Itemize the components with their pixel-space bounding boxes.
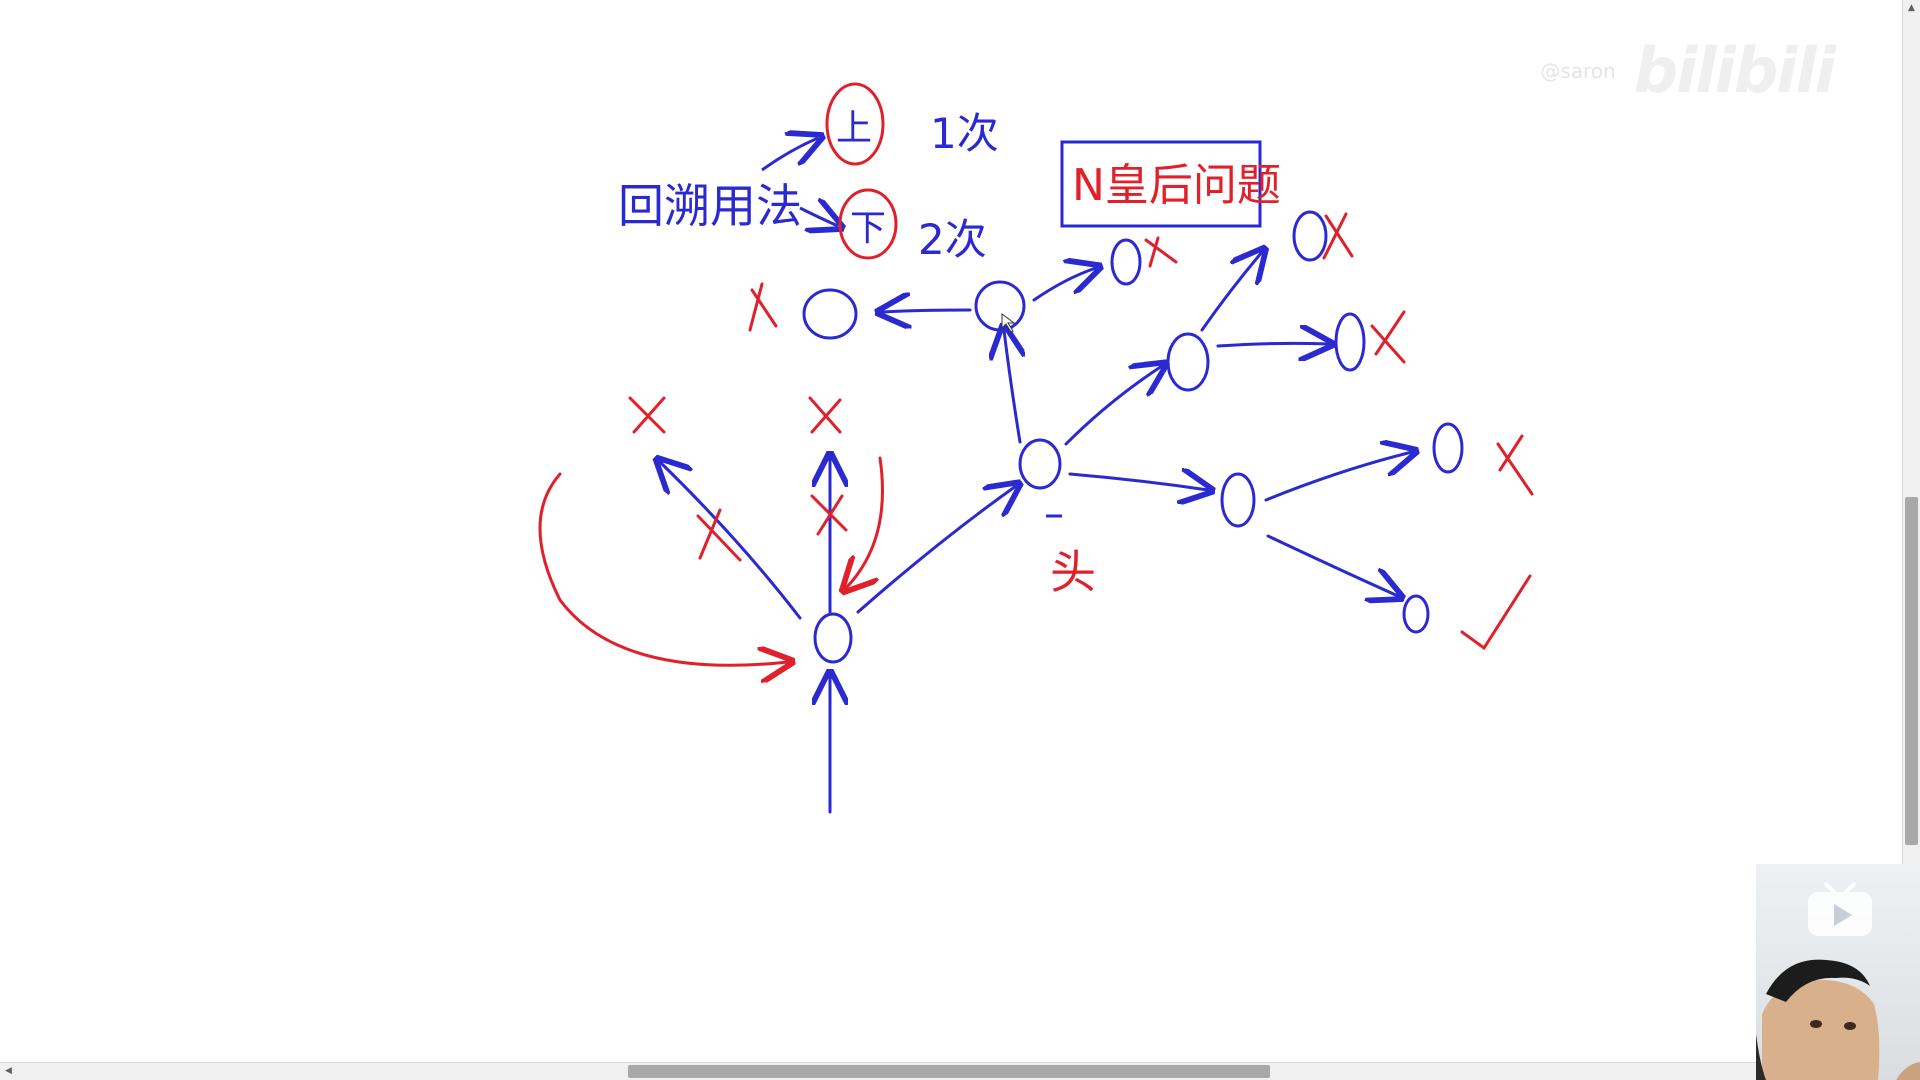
- x-mark-node3-upper: [1496, 434, 1534, 496]
- branch-down-text: 下: [850, 208, 886, 249]
- arrow-to-up: [761, 138, 818, 172]
- horizontal-scroll-thumb[interactable]: [628, 1065, 1270, 1078]
- webcam-overlay: [1756, 864, 1920, 1080]
- scroll-left-arrow-icon[interactable]: ◀: [0, 1063, 17, 1080]
- edge-node3-upper: [1264, 452, 1412, 502]
- vertical-scroll-thumb[interactable]: [1905, 497, 1918, 845]
- node3-upper: [1432, 422, 1464, 474]
- node-upper-left: [802, 288, 858, 340]
- dead-end-label: 头: [1050, 545, 1096, 599]
- title-text: N皇后问题: [1072, 160, 1281, 211]
- x-mark-far-left: [748, 282, 778, 332]
- horizontal-scrollbar[interactable]: ◀: [0, 1062, 1920, 1080]
- edge-node2-top: [1200, 252, 1262, 332]
- node2-right: [1334, 312, 1366, 372]
- whiteboard-drawing: N皇后问题 回溯用法 上 下 1次 2次 头: [538, 82, 1534, 814]
- edge-mid-node2: [1064, 366, 1162, 446]
- whiteboard-canvas[interactable]: N皇后问题 回溯用法 上 下 1次 2次 头 @saron bilibili: [0, 0, 1902, 1062]
- x-mark-left-edge: [696, 508, 742, 562]
- node3: [1220, 472, 1256, 528]
- node3-lower: [1402, 594, 1430, 634]
- branch-up-text: 上: [836, 108, 872, 149]
- node-mid: [1018, 438, 1062, 490]
- backtrack-curve-left: [538, 472, 788, 665]
- node-upper: [974, 280, 1026, 332]
- edge-upper-left: [882, 310, 972, 312]
- node-root: [813, 612, 853, 664]
- x-mark-up: [808, 396, 842, 434]
- node2: [1166, 332, 1210, 392]
- edge-mid-upper: [1004, 330, 1020, 444]
- node2-top: [1292, 210, 1328, 262]
- x-mark-node2-top: [1322, 212, 1354, 260]
- edge-mid-node3: [1068, 474, 1208, 490]
- x-mark-node2-right: [1370, 310, 1406, 364]
- x-mark-upper-left: [628, 396, 666, 434]
- presenter-video: [1756, 959, 1920, 1080]
- x-mark-upper-right: [1144, 236, 1178, 268]
- count-down-text: 2次: [918, 215, 987, 264]
- check-mark: [1460, 574, 1532, 651]
- edge-node3-lower: [1266, 534, 1398, 596]
- search-tree: [660, 210, 1464, 814]
- method-label: 回溯用法: [618, 179, 802, 233]
- count-up-text: 1次: [930, 109, 999, 158]
- node-upper-right: [1110, 238, 1142, 286]
- backtrack-curve-right: [846, 456, 884, 588]
- edge-upper-right: [1032, 268, 1096, 302]
- scroll-up-arrow-icon[interactable]: ▲: [1903, 0, 1920, 17]
- arrow-to-down: [799, 208, 838, 226]
- edge-root-upleft: [660, 462, 802, 620]
- edge-node2-right: [1216, 343, 1328, 346]
